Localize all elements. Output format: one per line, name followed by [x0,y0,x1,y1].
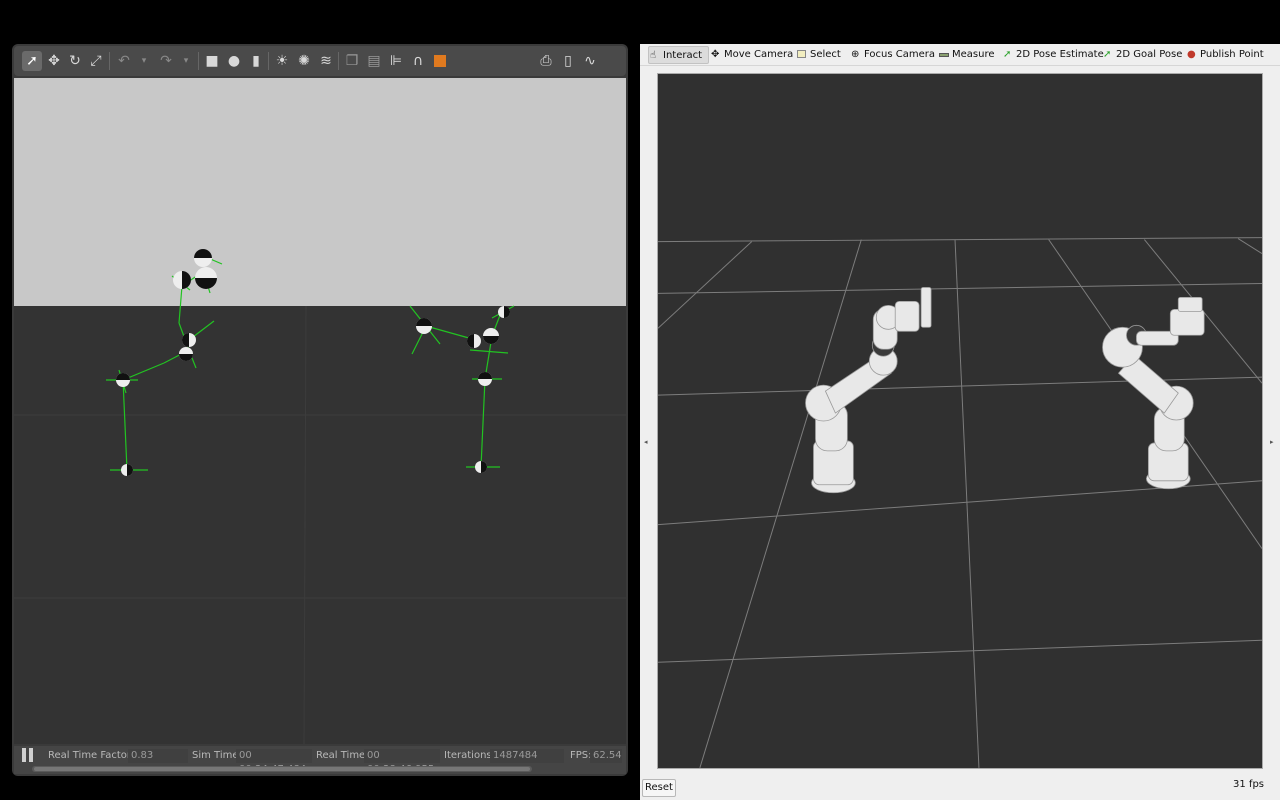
measure-tool[interactable]: Measure [938,46,995,64]
directional-light-icon[interactable]: ≋ [316,51,336,71]
desktop-top-band [0,0,1280,44]
ruler-icon [939,53,949,57]
rviz-toolbar: ☝ Interact ✥ Move Camera Select ⊕ Focus Cam… [640,44,1280,66]
gazebo-toolbar: ➚ ✥ ↻ ⤢ ↶ ▾ ↷ ▾ ■ ● ▮ ☀ ✺ ≋ ❐ ▤ ⊫ ∩ ⎙ ▯ … [14,46,626,76]
green-arrow-icon: ➚ [1003,49,1012,60]
right-panel-collapsed[interactable]: ▸ [1264,68,1280,768]
rviz-window: ☝ Interact ✥ Move Camera Select ⊕ Focus Cam… [640,44,1280,800]
copy-icon[interactable]: ❐ [342,51,362,71]
paste-icon[interactable]: ▤ [364,51,384,71]
fps-label: FPS: [570,750,592,761]
fps-readout: 31 fps [1233,779,1264,790]
align-icon[interactable]: ⊫ [386,51,406,71]
rtf-value: 0.83 [128,749,188,763]
select-tool[interactable]: Select [796,46,841,64]
real-time-value: 00 00:28:46.955 [364,749,440,775]
sim-time-label: Sim Time: [192,750,242,761]
snap-icon[interactable] [430,51,450,71]
magnet-icon[interactable]: ∩ [408,51,428,71]
iterations-value: 1487484 [490,749,564,763]
window-splitter[interactable] [628,44,640,800]
rviz-3d-view[interactable] [657,73,1263,769]
gazebo-3d-scene[interactable] [14,78,626,744]
fps-value: 62.54 [590,749,622,763]
left-panel-collapsed[interactable]: ◂ [640,68,656,768]
scale-icon[interactable]: ⤢ [86,51,106,71]
gazebo-window: ➚ ✥ ↻ ⤢ ↶ ▾ ↷ ▾ ■ ● ▮ ☀ ✺ ≋ ❐ ▤ ⊫ ∩ ⎙ ▯ … [12,44,628,776]
translate-icon[interactable]: ✥ [44,51,64,71]
expand-right-icon[interactable]: ▸ [1270,438,1274,446]
reset-button[interactable]: Reset [642,779,676,797]
sim-time-value: 00 00:24:47.484 [236,749,312,775]
select-arrow-icon[interactable]: ➚ [22,51,42,71]
goal-pose-tool[interactable]: ➚ 2D Goal Pose [1102,46,1182,64]
cylinder-icon[interactable]: ▮ [246,51,266,71]
rviz-bottom-bar: Reset 31 fps [640,774,1280,800]
expand-left-icon[interactable]: ◂ [644,438,648,446]
redo-icon[interactable]: ↷ [156,51,176,71]
point-light-icon[interactable]: ☀ [272,51,292,71]
move-camera-icon: ✥ [711,49,720,60]
focus-camera-tool[interactable]: ⊕ Focus Camera [850,46,935,64]
iterations-label: Iterations: [444,750,495,761]
screenshot-icon[interactable]: ⎙ [536,51,556,71]
sphere-icon[interactable]: ● [224,51,244,71]
plot-icon[interactable]: ∿ [580,51,600,71]
spot-light-icon[interactable]: ✺ [294,51,314,71]
interact-tool[interactable]: ☝ Interact [648,46,710,64]
move-camera-tool[interactable]: ✥ Move Camera [710,46,793,64]
focus-camera-icon: ⊕ [851,49,860,60]
green-arrow-icon: ➚ [1103,49,1112,60]
rotate-icon[interactable]: ↻ [65,51,85,71]
pose-estimate-tool[interactable]: ➚ 2D Pose Estimate [1002,46,1104,64]
box-icon[interactable]: ■ [202,51,222,71]
undo-icon[interactable]: ↶ [114,51,134,71]
gazebo-status-bar: Real Time Factor: 0.83 Sim Time: 00 00:2… [14,746,626,775]
horizontal-scrollbar[interactable] [32,766,532,772]
rtf-label: Real Time Factor: [48,750,135,761]
redo-dropdown-icon[interactable]: ▾ [176,51,196,71]
publish-point-tool[interactable]: ● Publish Point [1186,46,1264,64]
undo-dropdown-icon[interactable]: ▾ [134,51,154,71]
real-time-label: Real Time: [316,750,369,761]
log-icon[interactable]: ▯ [558,51,578,71]
select-icon [797,50,806,58]
map-pin-icon: ● [1187,49,1196,60]
pause-icon[interactable] [22,748,36,764]
hand-icon: ☝ [650,50,657,61]
